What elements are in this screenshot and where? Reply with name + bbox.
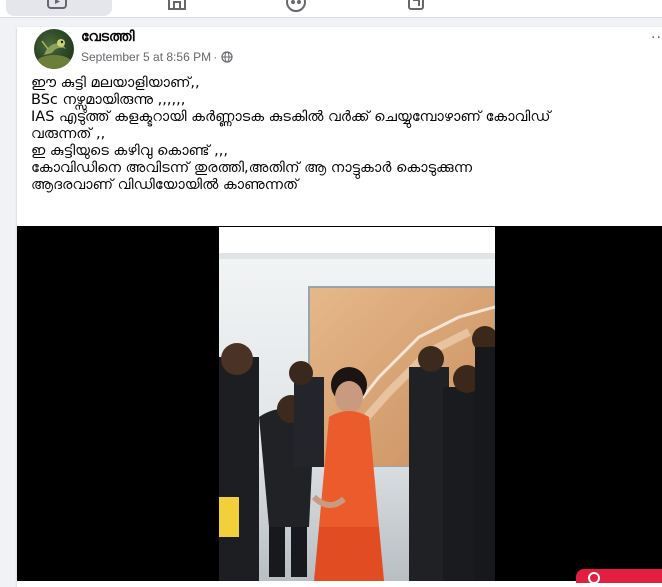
post-text-line: കോവിഡിനെ അവിടന്ന് തുരത്തി,അതിന് ആ നാട്ടു… [31,160,472,176]
post-text: ഈ കുട്ടി മലയാളിയാണ്,, BSc നഴ്സുമായിരുന്ന… [31,75,662,194]
post-author-name[interactable]: വേടത്തി [81,29,135,45]
gaming-icon[interactable] [405,0,427,12]
post-text-line: വരുന്നത് ,, [31,126,106,142]
post-text-line: ഇ കുട്ടിയുടെ കഴിവു കൊണ്ട് ,,, [31,143,228,159]
marketplace-icon[interactable] [166,0,188,12]
live-icon [588,572,600,584]
post-timestamp[interactable]: September 5 at 8:56 PM [81,50,211,64]
video-frame [219,227,495,581]
groups-icon[interactable] [285,0,307,12]
top-navigation-bar [0,0,662,18]
post-text-line: IAS എടുത്ത് കളക്ടറായി കർണ്ണാടക കുടകിൽ വർ… [31,109,551,125]
author-avatar[interactable] [34,29,74,69]
globe-icon[interactable] [221,51,233,63]
video-player[interactable] [219,227,495,581]
post-text-line: BSc നഴ്സുമായിരുന്നു ,,,,,, [31,92,186,108]
post-text-line: ഈ കുട്ടി മലയാളിയാണ്,, [31,75,200,91]
meta-separator: · [213,50,218,64]
more-options-button[interactable]: ··· [651,31,662,45]
post-meta: September 5 at 8:56 PM · [81,50,233,64]
watch-icon[interactable] [46,0,68,12]
post-text-line: ആദരവാണ് വിഡിയോയിൽ കാണുന്നത് [31,177,299,193]
